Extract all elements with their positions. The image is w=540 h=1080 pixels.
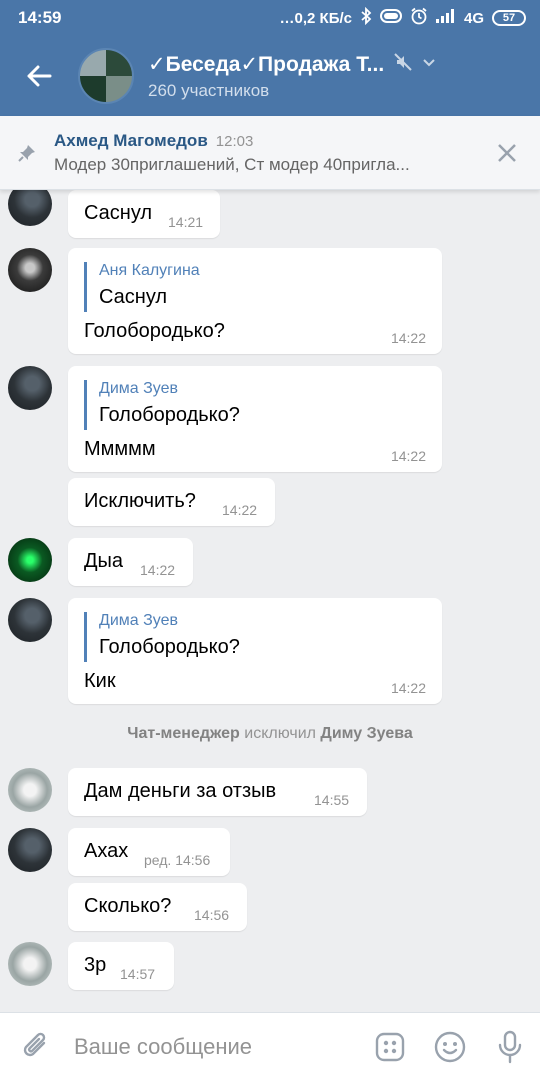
message-text: Сколько? bbox=[84, 895, 172, 917]
reply-author: Аня Калугина bbox=[99, 262, 200, 279]
stickers-button[interactable] bbox=[360, 1032, 420, 1062]
message-text: Ммммм bbox=[84, 438, 156, 460]
message-input-bar: Ваше сообщение bbox=[0, 1012, 540, 1080]
message-time: 14:22 bbox=[390, 448, 426, 464]
chat-members-count: 260 участников bbox=[148, 80, 270, 100]
avatar[interactable] bbox=[8, 366, 52, 410]
chat-title: ✓Беседа✓Продажа Т... bbox=[148, 52, 385, 76]
message-time: 14:22 bbox=[222, 502, 258, 518]
avatar[interactable] bbox=[8, 942, 52, 986]
message-time: 14:22 bbox=[140, 562, 176, 578]
message-text: Ахах bbox=[84, 840, 129, 862]
avatar[interactable] bbox=[8, 248, 52, 292]
reply-quote[interactable]: Дима Зуев Голобородько? bbox=[84, 612, 240, 662]
message-feed[interactable]: Саснул 14:21 Аня Калугина Саснул Голобор… bbox=[0, 190, 540, 1012]
message-time: 14:22 bbox=[390, 330, 426, 346]
message-text: Кик bbox=[84, 670, 116, 692]
message-text: Исключить? bbox=[84, 490, 196, 512]
avatar[interactable] bbox=[8, 768, 52, 812]
pinned-time: 12:03 bbox=[215, 132, 254, 150]
message-bubble[interactable]: 3р 14:57 bbox=[68, 942, 174, 990]
message-bubble[interactable]: Сколько? 14:56 bbox=[68, 883, 247, 931]
pinned-message[interactable]: Ахмед Магомедов 12:03 Модер 30приглашений… bbox=[0, 116, 540, 190]
back-button[interactable] bbox=[0, 36, 78, 116]
battery-icon: 57 bbox=[492, 10, 526, 26]
message-bubble[interactable]: Дима Зуев Голобородько? Ммммм 14:22 bbox=[68, 366, 442, 472]
message-bubble[interactable]: Аня Калугина Саснул Голобородько? 14:22 bbox=[68, 248, 442, 354]
reply-quote[interactable]: Аня Калугина Саснул bbox=[84, 262, 200, 312]
message-time: 14:55 bbox=[314, 792, 350, 808]
signal-icon bbox=[435, 9, 456, 27]
message-text: Голобородько? bbox=[84, 320, 225, 342]
network-type: 4G bbox=[463, 9, 484, 27]
status-time: 14:59 bbox=[18, 8, 62, 27]
message-time: ред. 14:56 bbox=[144, 852, 211, 868]
bluetooth-icon bbox=[360, 6, 372, 29]
chevron-down-icon[interactable] bbox=[422, 55, 436, 73]
chat-title-block[interactable]: ✓Беседа✓Продажа Т... 260 участников bbox=[148, 52, 540, 101]
reply-author: Дима Зуев bbox=[99, 612, 178, 629]
message-time: 14:57 bbox=[120, 966, 156, 982]
message-text: Дам деньги за отзыв bbox=[84, 780, 277, 802]
close-icon bbox=[498, 143, 516, 162]
paperclip-icon bbox=[23, 1032, 46, 1056]
keyboard-grid-icon bbox=[375, 1032, 405, 1061]
message-text: Саснул bbox=[84, 202, 153, 224]
close-pinned-button[interactable] bbox=[474, 143, 540, 163]
message-text: Дыа bbox=[84, 550, 124, 572]
reply-author: Дима Зуев bbox=[99, 380, 178, 397]
pinned-author: Ахмед Магомедов bbox=[54, 130, 208, 150]
pinned-text: Модер 30приглашений, Ст модер 40пригла..… bbox=[54, 154, 410, 174]
network-speed: …0,2 КБ/с bbox=[279, 9, 352, 27]
smile-icon bbox=[434, 1031, 466, 1062]
avatar[interactable] bbox=[8, 190, 52, 226]
battery-level: 57 bbox=[502, 12, 516, 24]
system-actor[interactable]: Чат-менеджер bbox=[127, 725, 240, 742]
reply-text: Саснул bbox=[99, 286, 168, 308]
message-input[interactable]: Ваше сообщение bbox=[74, 1034, 360, 1060]
avatar[interactable] bbox=[8, 538, 52, 582]
chat-avatar[interactable] bbox=[78, 48, 134, 104]
message-time: 14:56 bbox=[194, 907, 230, 923]
pin-icon bbox=[0, 143, 54, 163]
status-icons: …0,2 КБ/с 4G 57 bbox=[279, 6, 526, 29]
reply-text: Голобородько? bbox=[99, 404, 240, 426]
message-bubble[interactable]: Саснул 14:21 bbox=[68, 190, 220, 238]
message-bubble[interactable]: Ахах ред. 14:56 bbox=[68, 828, 230, 876]
system-target[interactable]: Диму Зуева bbox=[320, 725, 412, 742]
muted-icon bbox=[394, 52, 412, 76]
message-time: 14:22 bbox=[390, 680, 426, 696]
system-action: исключил bbox=[244, 725, 316, 742]
avatar[interactable] bbox=[8, 598, 52, 642]
message-bubble[interactable]: Дыа 14:22 bbox=[68, 538, 193, 586]
message-text: 3р bbox=[84, 954, 107, 976]
message-bubble[interactable]: Дима Зуев Голобородько? Кик 14:22 bbox=[68, 598, 442, 704]
avatar[interactable] bbox=[8, 828, 52, 872]
alarm-icon bbox=[410, 7, 428, 29]
pinned-content: Ахмед Магомедов 12:03 Модер 30приглашений… bbox=[54, 131, 474, 175]
system-message: Чат-менеджер исключил Диму Зуева bbox=[0, 725, 540, 743]
vibrate-icon bbox=[379, 9, 402, 27]
reply-quote[interactable]: Дима Зуев Голобородько? bbox=[84, 380, 240, 430]
voice-message-button[interactable] bbox=[480, 1030, 540, 1064]
microphone-icon bbox=[498, 1030, 522, 1063]
chat-header: ✓Беседа✓Продажа Т... 260 участников bbox=[0, 36, 540, 116]
message-bubble[interactable]: Исключить? 14:22 bbox=[68, 478, 275, 526]
status-bar: 14:59 …0,2 КБ/с 4G 57 bbox=[0, 0, 540, 36]
reply-text: Голобородько? bbox=[99, 636, 240, 658]
arrow-left-icon bbox=[27, 65, 52, 87]
message-time: 14:21 bbox=[168, 214, 204, 230]
emoji-button[interactable] bbox=[420, 1031, 480, 1063]
message-bubble[interactable]: Дам деньги за отзыв 14:55 bbox=[68, 768, 367, 816]
attach-button[interactable] bbox=[0, 1031, 74, 1063]
